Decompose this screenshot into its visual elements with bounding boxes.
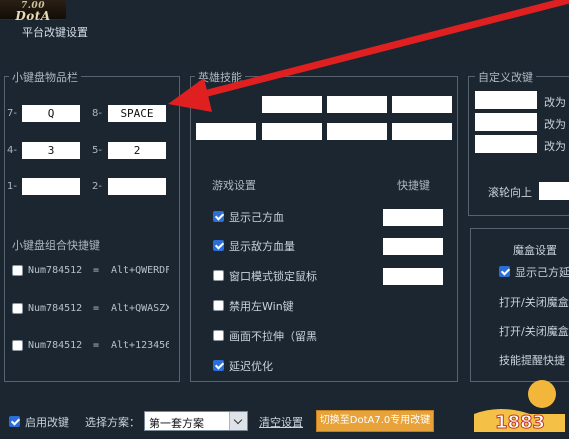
- watermark-logo-icon: 1883: [474, 380, 565, 434]
- watermark-text: 1883: [495, 412, 545, 433]
